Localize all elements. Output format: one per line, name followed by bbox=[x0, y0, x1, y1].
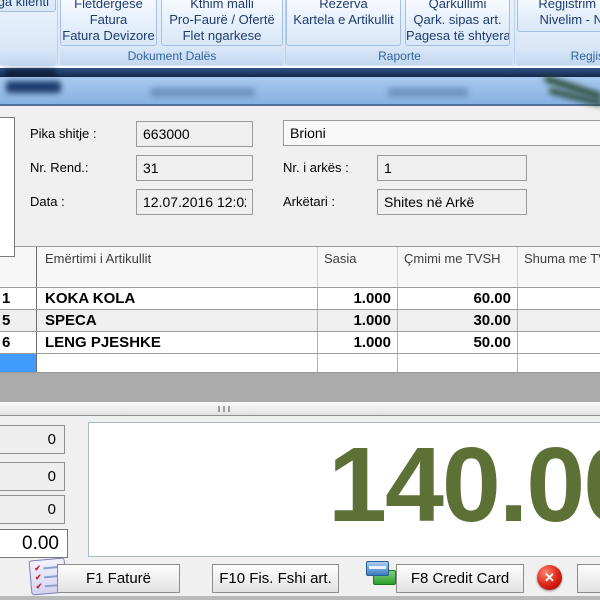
data-input[interactable] bbox=[136, 189, 253, 215]
ribbon-button-label: Fatura Devizore bbox=[61, 28, 156, 44]
nr-arkes-label: Nr. i arkës : bbox=[283, 160, 349, 176]
ribbon-group-caption bbox=[0, 48, 56, 65]
ribbon-separator bbox=[514, 0, 515, 64]
grip-icon bbox=[218, 406, 220, 412]
ribbon-button-label: ga klienti bbox=[0, 0, 55, 10]
blurred-banner-text bbox=[6, 81, 61, 93]
f10-fshi-art-button[interactable]: F10 Fis. Fshi art. bbox=[212, 564, 339, 593]
qty-cell bbox=[318, 354, 398, 372]
ribbon-button-client-payment[interactable]: ga klienti bbox=[0, 0, 56, 12]
ribbon-toolbar: ga klienti Fletdergese Fatura Fatura Dev… bbox=[0, 0, 600, 68]
pos-window: ga klienti Fletdergese Fatura Fatura Dev… bbox=[0, 0, 600, 600]
price-cell: 60.00 bbox=[398, 288, 518, 309]
window-title-strip bbox=[0, 68, 600, 77]
f8-credit-card-button[interactable]: F8 Credit Card bbox=[396, 564, 524, 593]
item-name-cell bbox=[37, 354, 318, 372]
f1-fature-button[interactable]: F1 Faturë bbox=[57, 564, 180, 593]
pika-shitje-name-input[interactable] bbox=[283, 120, 600, 146]
total-cell bbox=[518, 354, 600, 372]
blurred-banner-text bbox=[388, 88, 468, 97]
price-cell: 50.00 bbox=[398, 332, 518, 353]
total-box-3[interactable] bbox=[0, 495, 65, 524]
price-cell: 30.00 bbox=[398, 310, 518, 331]
total-cell: 50.00 bbox=[518, 332, 600, 353]
ribbon-separator bbox=[57, 0, 58, 64]
ribbon-button-label: Qark. sipas art. bbox=[406, 12, 509, 28]
cancel-button[interactable]: ✕ bbox=[537, 565, 562, 590]
blurred-banner-text bbox=[150, 88, 255, 97]
ribbon-button-kthim-malli[interactable]: Kthim malli Pro-Faurë / Ofertë Flet ngar… bbox=[161, 0, 283, 46]
table-row[interactable]: 1 KOKA KOLA 1.000 60.00 60.00 bbox=[0, 288, 600, 310]
app-banner bbox=[0, 77, 600, 106]
ribbon-group-caption-dokument-dales: Dokument Dalës bbox=[60, 48, 284, 65]
selected-row-indicator bbox=[0, 354, 37, 372]
card-front-icon bbox=[366, 561, 389, 576]
nr-rend-label: Nr. Rend.: bbox=[30, 160, 89, 176]
check-icon: ✔ bbox=[34, 564, 41, 573]
nr-rend-input[interactable] bbox=[136, 155, 253, 181]
table-row[interactable]: 6 LENG PJESHKE 1.000 50.00 50.00 bbox=[0, 332, 600, 354]
check-icon: ✔ bbox=[35, 582, 42, 591]
check-icon: ✔ bbox=[35, 573, 42, 582]
qty-cell: 1.000 bbox=[318, 288, 398, 309]
qty-cell: 1.000 bbox=[318, 332, 398, 353]
ribbon-button-label: Kthim malli bbox=[162, 0, 282, 12]
ribbon-button-kartela-artikullit[interactable]: Rezerva Kartela e Artikullit bbox=[286, 0, 401, 46]
splitter-handle[interactable] bbox=[0, 401, 600, 416]
total-box-2[interactable] bbox=[0, 462, 65, 491]
arketari-label: Arkëtari : bbox=[283, 194, 335, 210]
item-name-cell: KOKA KOLA bbox=[37, 288, 318, 309]
credit-card-icon[interactable] bbox=[366, 560, 396, 588]
ribbon-button-label: Qarkullimi bbox=[406, 0, 509, 12]
bottom-strip bbox=[0, 596, 600, 600]
ribbon-group-caption-raporte: Raporte bbox=[286, 48, 513, 65]
table-row-new[interactable] bbox=[0, 354, 600, 373]
items-table: Emërtimi i Artikullit Sasia Çmimi me TVS… bbox=[0, 246, 600, 402]
partial-button-right[interactable] bbox=[577, 564, 600, 593]
x-icon: ✕ bbox=[544, 570, 555, 585]
ribbon-button-label: Fatura bbox=[61, 12, 156, 28]
blurred-title-text bbox=[4, 70, 56, 76]
left-side-panel bbox=[0, 117, 15, 257]
ribbon-button-label: Fletdergese bbox=[61, 0, 156, 12]
row-number-cell: 5 bbox=[0, 310, 37, 331]
header-qty[interactable]: Sasia bbox=[318, 247, 398, 287]
ribbon-group-caption-regjistrim: Regjistr bbox=[516, 48, 600, 65]
pika-shitje-label: Pika shitje : bbox=[30, 126, 96, 142]
table-row[interactable]: 5 SPECA 1.000 30.00 30.00 bbox=[0, 310, 600, 332]
item-name-cell: SPECA bbox=[37, 310, 318, 331]
ribbon-button-fatura[interactable]: Fletdergese Fatura Fatura Devizore bbox=[60, 0, 157, 46]
price-cell bbox=[398, 354, 518, 372]
nr-arkes-input[interactable] bbox=[377, 155, 527, 181]
data-label: Data : bbox=[30, 194, 65, 210]
ribbon-button-regjistrim[interactable]: Regjistrim Ko Nivelim - Ndr bbox=[517, 0, 600, 32]
qty-cell: 1.000 bbox=[318, 310, 398, 331]
ribbon-button-label: Kartela e Artikullit bbox=[287, 12, 400, 28]
ribbon-button-label: Pagesa të shtyera bbox=[406, 28, 509, 44]
ribbon-button-label: Rezerva bbox=[287, 0, 400, 12]
ribbon-button-label: Flet ngarkese bbox=[162, 28, 282, 44]
ribbon-button-label bbox=[287, 28, 400, 44]
table-header-row: Emërtimi i Artikullit Sasia Çmimi me TVS… bbox=[0, 246, 600, 288]
total-box-1[interactable] bbox=[0, 425, 65, 454]
total-cell: 30.00 bbox=[518, 310, 600, 331]
arketari-input[interactable] bbox=[377, 189, 527, 215]
grip-icon bbox=[223, 406, 225, 412]
pika-shitje-input[interactable] bbox=[136, 121, 253, 147]
grip-icon bbox=[228, 406, 230, 412]
total-box-change[interactable] bbox=[0, 529, 68, 558]
ribbon-button-label: Regjistrim Ko bbox=[518, 0, 600, 12]
header-total[interactable]: Shuma me TVSH bbox=[518, 247, 600, 287]
ribbon-button-qarkullimi[interactable]: Qarkullimi Qark. sipas art. Pagesa të sh… bbox=[405, 0, 510, 46]
ribbon-button-label: Nivelim - Ndr bbox=[518, 12, 600, 28]
item-name-cell: LENG PJESHKE bbox=[37, 332, 318, 353]
header-item-name[interactable]: Emërtimi i Artikullit bbox=[37, 247, 318, 287]
grand-total: 140.00 bbox=[328, 432, 600, 538]
row-number-cell: 1 bbox=[0, 288, 37, 309]
row-number-cell: 6 bbox=[0, 332, 37, 353]
ribbon-button-label: Pro-Faurë / Ofertë bbox=[162, 12, 282, 28]
header-price[interactable]: Çmimi me TVSH bbox=[398, 247, 518, 287]
total-cell: 60.00 bbox=[518, 288, 600, 309]
